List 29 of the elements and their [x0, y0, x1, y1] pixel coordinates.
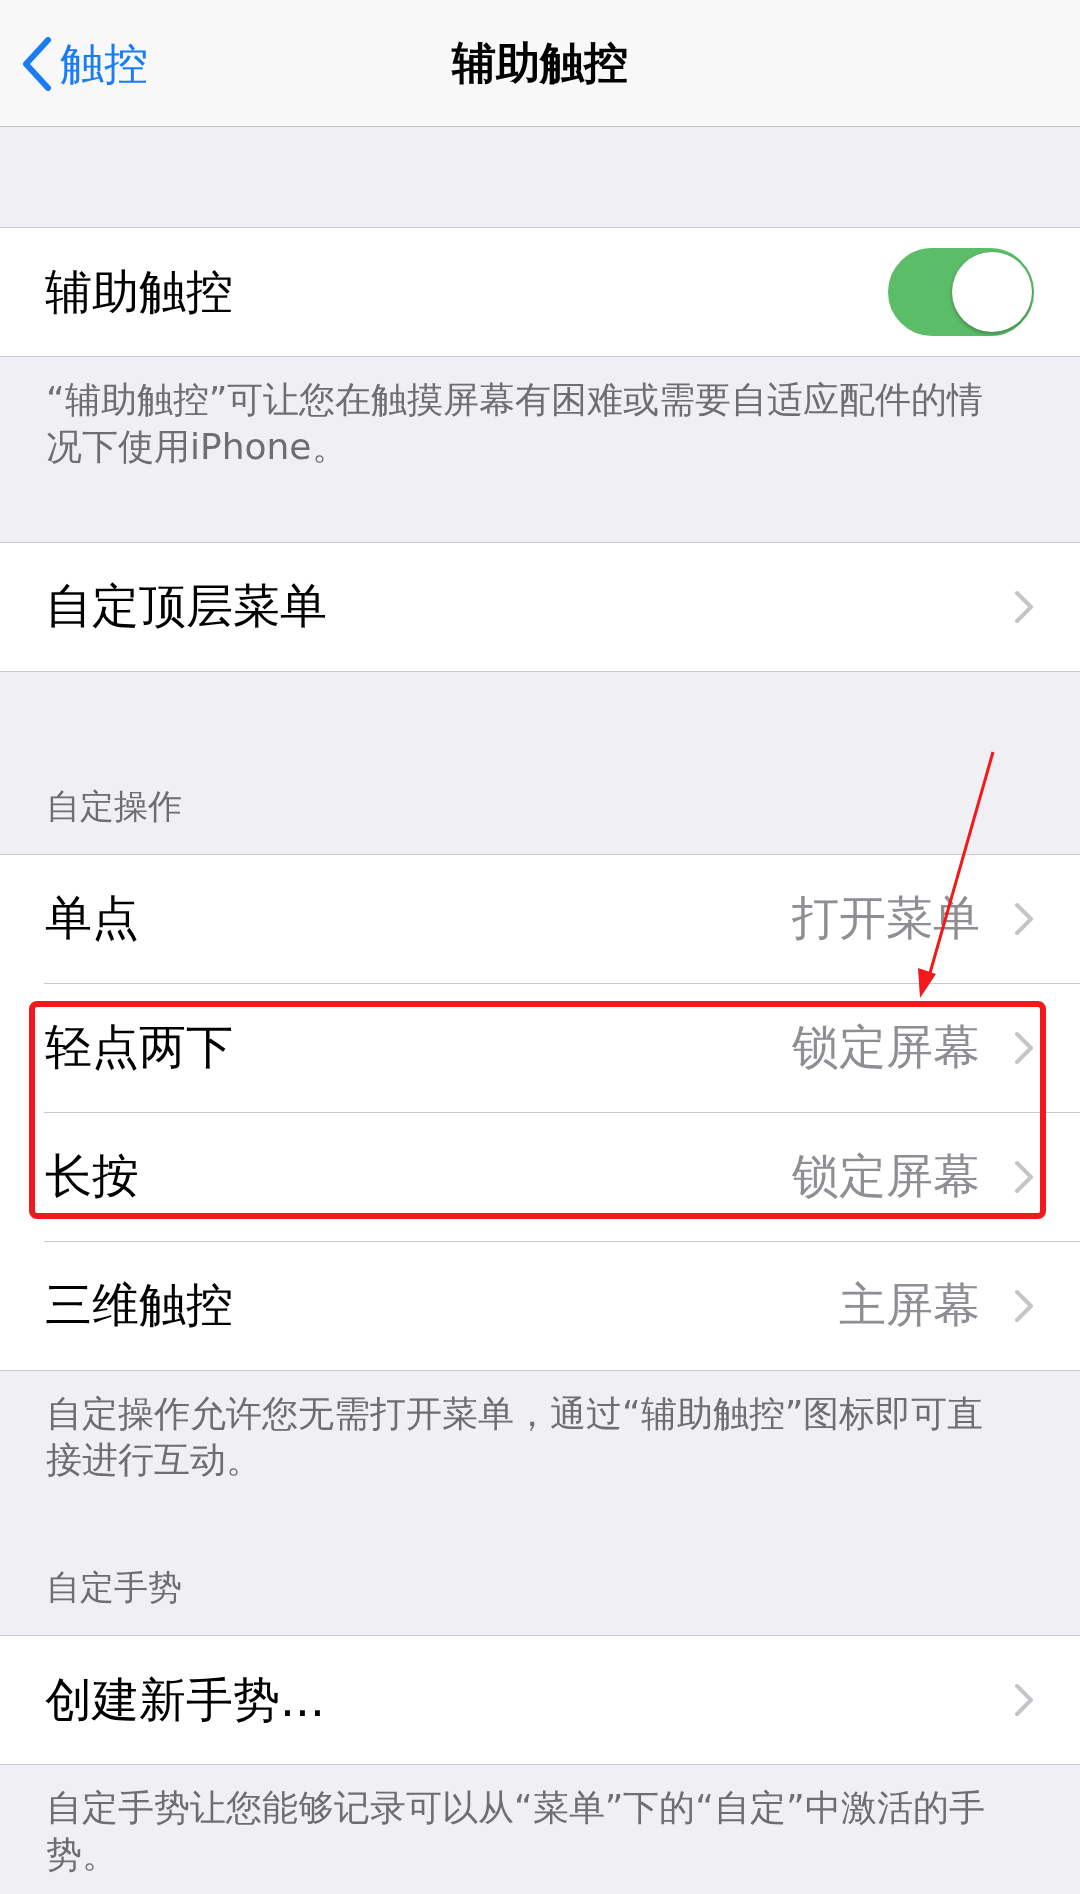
settings-row[interactable]: 长按 锁定屏幕	[0, 1112, 1080, 1241]
chevron-icon	[1014, 901, 1034, 936]
page-title: 辅助触控	[452, 36, 628, 90]
settings-row[interactable]: 创建新手势...	[0, 1636, 1080, 1765]
row-value: 锁定屏幕	[792, 1147, 980, 1206]
chevron-icon	[1014, 589, 1034, 624]
row-label: 辅助触控	[45, 262, 233, 321]
back-button[interactable]: 触控	[22, 0, 148, 127]
chevron-icon	[1014, 1288, 1034, 1323]
settings-row[interactable]: 轻点两下 锁定屏幕	[0, 983, 1080, 1112]
row-value: 锁定屏幕	[792, 1018, 980, 1077]
back-chevron-icon	[22, 36, 52, 91]
row-label: 单点	[45, 889, 139, 948]
section-footer: 自定手势让您能够记录可以从“菜单”下的“自定”中激活的手势。	[0, 1765, 1080, 1879]
row-label: 长按	[45, 1147, 139, 1206]
row-label: 三维触控	[45, 1276, 233, 1335]
section-footer: “辅助触控”可让您在触摸屏幕有困难或需要自适应配件的情况下使用iPhone。	[0, 357, 1080, 471]
section-header: 自定手势	[45, 1566, 183, 1610]
chevron-icon	[1014, 1683, 1034, 1718]
row-value: 主屏幕	[839, 1276, 980, 1335]
chevron-icon	[1014, 1030, 1034, 1065]
section-footer: 自定操作允许您无需打开菜单，通过“辅助触控”图标即可直接进行互动。	[0, 1370, 1080, 1485]
chevron-icon	[1014, 1159, 1034, 1194]
row-label: 轻点两下	[45, 1018, 233, 1077]
settings-row[interactable]: 自定顶层菜单	[0, 542, 1080, 671]
row-label: 自定顶层菜单	[45, 577, 327, 636]
section-header: 自定操作	[45, 784, 183, 828]
row-label: 创建新手势...	[45, 1670, 325, 1729]
settings-row[interactable]: 三维触控 主屏幕	[0, 1241, 1080, 1370]
